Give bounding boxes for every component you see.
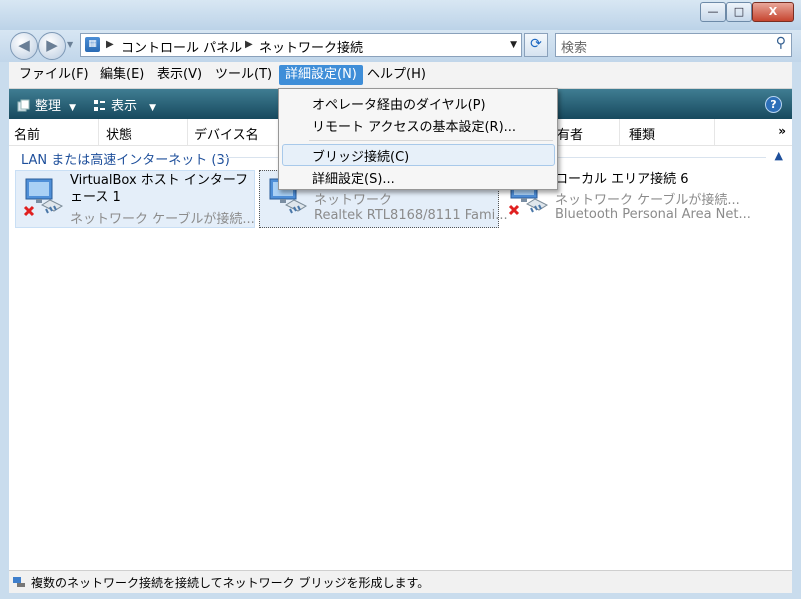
navigation-bar: ◀ ▶ ▼ ▦ ▶ コントロール パネル ▶ ネットワーク接続 ▼ ⟳ 検索 ⚲ (0, 30, 801, 62)
column-name[interactable]: 名前 (14, 124, 40, 143)
menu-item-advanced-settings[interactable]: 詳細設定(S)... (312, 168, 395, 187)
breadcrumb-network-connections[interactable]: ネットワーク接続 (259, 37, 363, 56)
help-icon[interactable]: ? (765, 96, 782, 113)
column-divider[interactable] (619, 119, 620, 145)
back-arrow-icon[interactable]: ◀ (10, 32, 38, 60)
column-divider[interactable] (98, 119, 99, 145)
collapse-group-icon[interactable]: ▲ (775, 149, 783, 162)
title-bar: — □ X (0, 0, 801, 30)
connection-device: Bluetooth Personal Area Net... (555, 207, 751, 222)
control-panel-icon: ▦ (85, 37, 100, 52)
error-x-icon (23, 205, 35, 217)
menu-edit[interactable]: 編集(E) (94, 65, 150, 85)
breadcrumb-control-panel[interactable]: コントロール パネル (121, 37, 242, 56)
network-status-icon (13, 577, 25, 587)
connection-tile-virtualbox[interactable]: VirtualBox ホスト インターフェース 1 ネットワーク ケーブルが接続… (15, 170, 255, 228)
menu-item-bridge-connections[interactable]: ブリッジ接続(C) (312, 146, 409, 165)
advanced-menu-dropdown: オペレータ経由のダイヤル(P) リモート アクセスの基本設定(R)... ブリッ… (278, 88, 558, 190)
chevron-down-icon: ▼ (149, 103, 157, 113)
status-bar: 複数のネットワーク接続を接続してネットワーク ブリッジを形成します。 (9, 570, 792, 593)
menu-advanced[interactable]: 詳細設定(N) (279, 65, 363, 85)
column-device-name[interactable]: デバイス名 (194, 124, 259, 143)
views-button[interactable]: 表示 ▼ (93, 95, 156, 114)
connection-device: Realtek RTL8168/8111 Fami... (314, 208, 508, 223)
more-columns-icon[interactable]: » (778, 124, 786, 138)
chevron-down-icon[interactable]: ▼ (510, 40, 517, 50)
menu-help[interactable]: ヘルプ(H) (361, 65, 432, 85)
menu-view[interactable]: 表示(V) (151, 65, 208, 85)
column-divider[interactable] (714, 119, 715, 145)
search-placeholder: 検索 (561, 41, 588, 56)
minimize-button[interactable]: — (700, 2, 726, 22)
error-x-icon (508, 204, 520, 216)
chevron-down-icon: ▼ (69, 103, 77, 113)
menu-separator (309, 140, 553, 141)
status-text: 複数のネットワーク接続を接続してネットワーク ブリッジを形成します。 (31, 576, 430, 590)
search-input[interactable]: 検索 ⚲ (555, 33, 792, 57)
column-owner[interactable]: 有者 (557, 124, 583, 143)
search-icon[interactable]: ⚲ (776, 35, 786, 51)
chevron-right-icon[interactable]: ▶ (245, 39, 253, 50)
network-adapter-icon (23, 178, 64, 217)
connection-status: ネットワーク ケーブルが接続... (70, 212, 255, 227)
organize-icon (17, 99, 30, 112)
connection-name: ネットワーク (314, 193, 393, 208)
connection-status: ネットワーク ケーブルが接続... (555, 193, 740, 208)
connection-name: VirtualBox ホスト インターフェース 1 (70, 173, 249, 205)
chevron-right-icon[interactable]: ▶ (106, 39, 114, 50)
recent-pages-dropdown-icon[interactable]: ▼ (67, 40, 73, 49)
refresh-icon[interactable]: ⟳ (524, 33, 548, 57)
connection-name: ローカル エリア接続 6 (555, 172, 689, 187)
menu-item-remote-access-preferences[interactable]: リモート アクセスの基本設定(R)... (312, 116, 516, 135)
menu-bar: ファイル(F) 編集(E) 表示(V) ツール(T) 詳細設定(N) ヘルプ(H… (9, 62, 792, 89)
close-button[interactable]: X (752, 2, 794, 22)
organize-label: 整理 (35, 99, 62, 114)
menu-tools[interactable]: ツール(T) (209, 65, 278, 85)
views-icon (94, 100, 105, 111)
address-bar[interactable]: ▦ ▶ コントロール パネル ▶ ネットワーク接続 ▼ (80, 33, 522, 57)
column-type[interactable]: 種類 (629, 124, 655, 143)
maximize-button[interactable]: □ (726, 2, 752, 22)
forward-arrow-icon[interactable]: ▶ (38, 32, 66, 60)
organize-button[interactable]: 整理 ▼ (17, 95, 76, 114)
menu-item-operator-assisted-dialing[interactable]: オペレータ経由のダイヤル(P) (312, 94, 486, 113)
views-label: 表示 (111, 99, 138, 114)
group-header[interactable]: LAN または高速インターネット (3) (21, 149, 230, 168)
menu-file[interactable]: ファイル(F) (13, 65, 95, 85)
column-divider[interactable] (187, 119, 188, 145)
column-status[interactable]: 状態 (106, 124, 132, 143)
